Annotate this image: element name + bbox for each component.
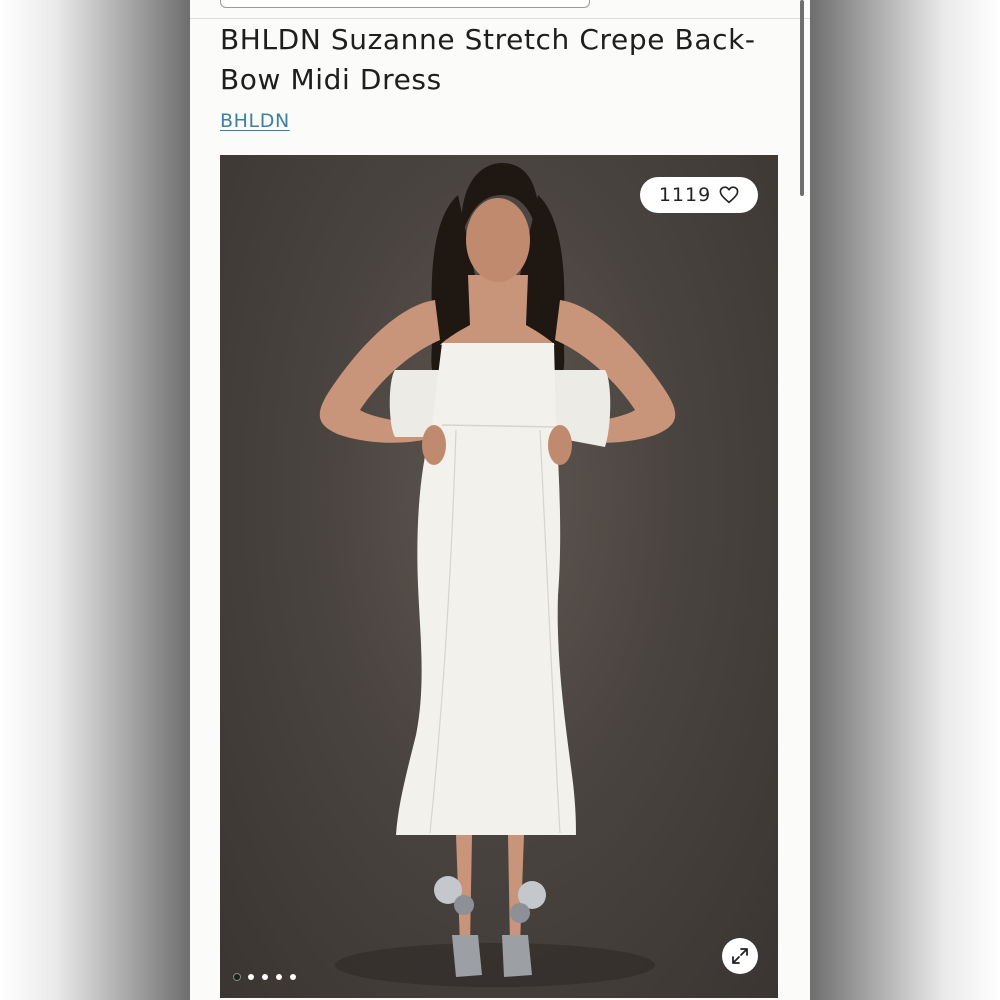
- product-page: BHLDN Suzanne Stretch Crepe Back-Bow Mid…: [190, 0, 810, 1000]
- carousel-dot[interactable]: [276, 974, 282, 980]
- expand-icon: [732, 948, 748, 964]
- scrollbar[interactable]: [800, 0, 804, 196]
- carousel-dot[interactable]: [234, 974, 240, 980]
- product-title: BHLDN Suzanne Stretch Crepe Back-Bow Mid…: [220, 23, 756, 96]
- heart-icon: [719, 186, 739, 204]
- like-button[interactable]: 1119: [640, 177, 758, 213]
- product-photo: [319, 163, 676, 987]
- carousel-dot[interactable]: [290, 974, 296, 980]
- likes-count: 1119: [658, 184, 712, 206]
- carousel-dot[interactable]: [262, 974, 268, 980]
- search-field[interactable]: [220, 0, 590, 8]
- brand-link[interactable]: BHLDN: [220, 110, 290, 132]
- carousel-dots: [234, 974, 296, 980]
- product-image-gallery[interactable]: 1119: [220, 155, 778, 998]
- header-divider: [190, 18, 810, 19]
- expand-image-button[interactable]: [722, 938, 758, 974]
- background-blur-right: [810, 0, 1000, 1000]
- background-blur-left: [0, 0, 190, 1000]
- carousel-dot[interactable]: [248, 974, 254, 980]
